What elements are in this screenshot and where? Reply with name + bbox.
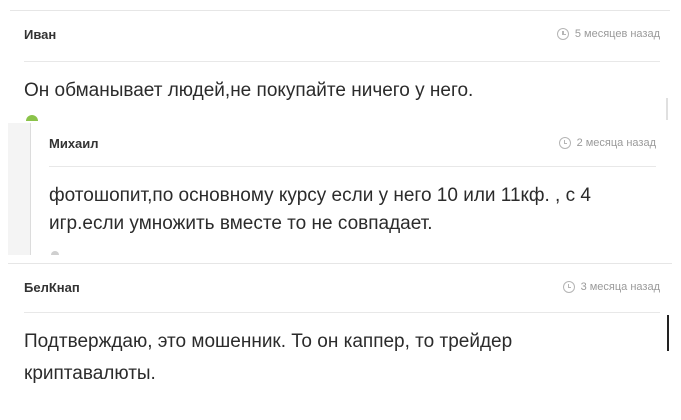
comment-header: Михаил 2 месяца назад — [31, 123, 668, 163]
reply-container: Михаил 2 месяца назад фотошопит,по основ… — [30, 123, 668, 255]
clock-icon — [558, 137, 571, 149]
comment-divider — [49, 166, 656, 167]
comment-time-label: 5 месяцев назад — [574, 28, 660, 40]
comment-author[interactable]: Михаил — [49, 136, 99, 151]
comment-card-belknap: БелКнап 3 месяца назад Подтверждаю, это … — [8, 263, 672, 394]
comment-author[interactable]: БелКнап — [24, 280, 80, 295]
vote-icon[interactable] — [26, 115, 38, 121]
comment-time: 2 месяца назад — [558, 137, 656, 149]
comment-time: 3 месяца назад — [562, 281, 660, 293]
comment-card-ivan: Иван 5 месяцев назад Он обманывает людей… — [10, 10, 670, 121]
comment-header: БелКнап 3 месяца назад — [8, 264, 672, 310]
comment-header: Иван 5 месяцев назад — [10, 11, 670, 57]
comment-text-line-1: фотошопит,по основному курсу если у него… — [49, 185, 591, 206]
comment-text-line-2: игр.если умножить вместе то не совпадает… — [49, 213, 433, 234]
comment-card-mikhail: Михаил 2 месяца назад фотошопит,по основ… — [8, 123, 668, 255]
comment-time-label: 2 месяца назад — [576, 137, 656, 149]
clock-icon — [562, 281, 575, 293]
vote-icon[interactable] — [51, 251, 59, 255]
comment-time-label: 3 месяца назад — [580, 281, 660, 293]
comment-text-line-1: Подтверждаю, это мошенник. То он каппер,… — [24, 331, 513, 352]
text-cursor — [667, 315, 669, 351]
comment-divider — [24, 61, 660, 62]
comment-time: 5 месяцев назад — [556, 28, 660, 40]
comment-divider — [24, 312, 660, 313]
comment-text-line-2: криптавалюты. — [24, 363, 156, 384]
comment-text: Он обманывает людей,не покупайте ничего … — [24, 80, 474, 101]
comment-author[interactable]: Иван — [24, 27, 56, 42]
clock-icon — [556, 28, 569, 40]
scrollbar[interactable] — [666, 98, 668, 120]
